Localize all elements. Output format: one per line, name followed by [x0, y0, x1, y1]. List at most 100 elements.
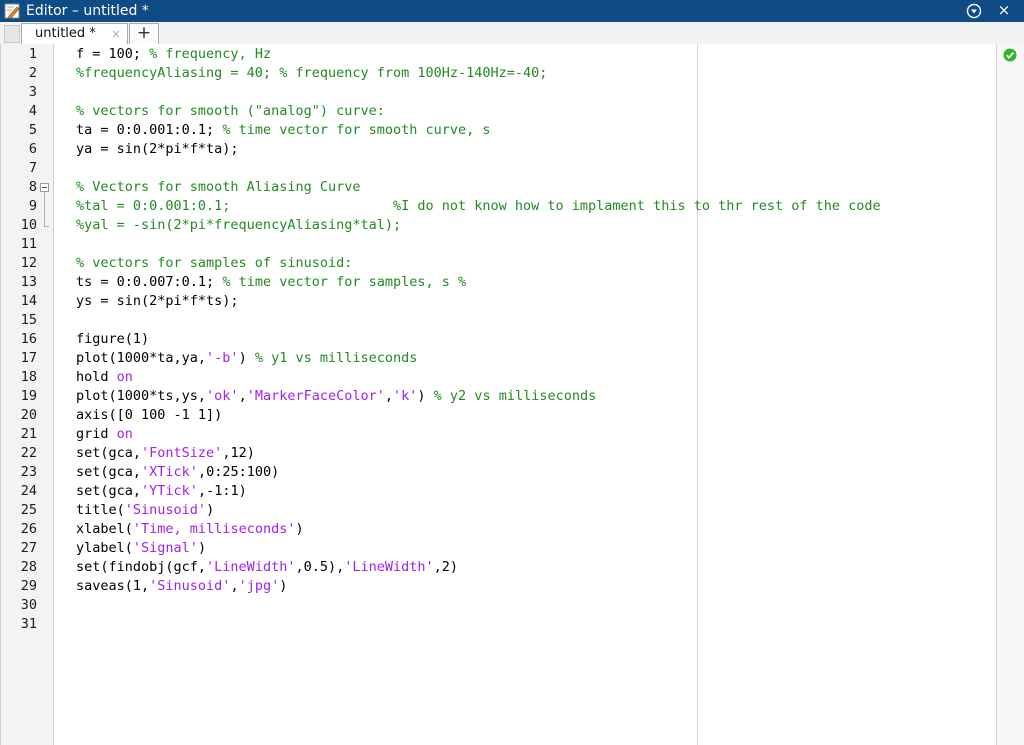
line-number: 5: [28, 122, 37, 138]
line-number: 21: [20, 426, 37, 442]
code-line[interactable]: f = 100; % frequency, Hz: [76, 45, 271, 64]
code-line[interactable]: set(gca,'FontSize',12): [76, 444, 255, 463]
code-comment: % time vector for smooth curve, s: [222, 122, 491, 138]
right-text-limit-line: [697, 44, 698, 745]
code-line[interactable]: % vectors for smooth ("analog") curve:: [76, 102, 385, 121]
line-number: 20: [20, 407, 37, 423]
code-literal: on: [116, 426, 133, 442]
code-line[interactable]: % vectors for samples of sinusoid:: [76, 254, 352, 273]
code-literal: 'k': [393, 388, 418, 404]
line-number: 8: [28, 179, 37, 195]
code-line[interactable]: %frequencyAliasing = 40; % frequency fro…: [76, 64, 547, 83]
line-number: 15: [20, 312, 37, 328]
code-literal: '-b': [206, 350, 239, 366]
code-token: plot(1000*ts,ys,: [76, 388, 207, 404]
code-token: ta = 0:0.001:0.1;: [76, 122, 223, 138]
code-comment: %frequencyAliasing = 40; % frequency fro…: [76, 65, 548, 81]
new-tab-button[interactable]: +: [129, 23, 159, 44]
code-line[interactable]: set(findobj(gcf,'LineWidth',0.5),'LineWi…: [76, 558, 458, 577]
line-number: 25: [20, 502, 37, 518]
line-number: 13: [20, 274, 37, 290]
line-number: 19: [20, 388, 37, 404]
line-number: 18: [20, 369, 37, 385]
close-icon[interactable]: ×: [111, 26, 121, 42]
line-number: 14: [20, 293, 37, 309]
code-line[interactable]: ys = sin(2*pi*f*ts);: [76, 292, 239, 311]
code-line[interactable]: saveas(1,'Sinusoid','jpg'): [76, 577, 287, 596]
code-line[interactable]: %tal = 0:0.001:0.1; %I do not know how t…: [76, 197, 881, 216]
code-comment: % time vector for samples, s %: [222, 274, 467, 290]
code-line[interactable]: ts = 0:0.007:0.1; % time vector for samp…: [76, 273, 466, 292]
code-line[interactable]: set(gca,'YTick',-1:1): [76, 482, 247, 501]
code-line[interactable]: ya = sin(2*pi*f*ta);: [76, 140, 239, 159]
line-number: 2: [28, 65, 37, 81]
code-comment: % vectors for samples of sinusoid:: [76, 255, 353, 271]
code-token: ,-1:1): [197, 483, 247, 499]
code-analyzer-strip[interactable]: [996, 44, 1024, 745]
code-line[interactable]: %yal = -sin(2*pi*frequencyAliasing*tal);: [76, 216, 401, 235]
code-line[interactable]: axis([0 100 -1 1]): [76, 406, 222, 425]
fold-range-line: [44, 192, 45, 226]
code-line[interactable]: xlabel('Time, milliseconds'): [76, 520, 304, 539]
code-literal: 'MarkerFaceColor': [246, 388, 385, 404]
code-literal: 'XTick': [141, 464, 198, 480]
code-token: ,0:25:100): [197, 464, 280, 480]
code-literal: 'FontSize': [141, 445, 223, 461]
fold-range-end: [44, 226, 49, 227]
code-token: grid: [76, 426, 117, 442]
code-comment: % Vectors for smooth Aliasing Curve: [76, 179, 361, 195]
line-number: 9: [28, 198, 37, 214]
code-line[interactable]: plot(1000*ta,ya,'-b') % y1 vs millisecon…: [76, 349, 417, 368]
code-token: ys = sin(2*pi*f*ts);: [76, 293, 239, 309]
code-token: ): [206, 502, 215, 518]
line-number: 11: [20, 236, 37, 252]
code-token: set(findobj(gcf,: [76, 559, 207, 575]
code-token: figure(1): [76, 331, 150, 347]
line-number: 16: [20, 331, 37, 347]
tab-grip-handle[interactable]: [4, 25, 20, 43]
code-token: ,: [238, 388, 247, 404]
code-line[interactable]: set(gca,'XTick',0:25:100): [76, 463, 279, 482]
fold-toggle-icon[interactable]: [40, 183, 49, 192]
code-token: title(: [76, 502, 125, 518]
code-token: set(gca,: [76, 445, 142, 461]
tab-untitled[interactable]: untitled * ×: [21, 23, 128, 44]
code-editor[interactable]: 1 f = 100; % frequency, Hz 2 %frequencyAlia…: [0, 44, 1024, 745]
code-line[interactable]: grid on: [76, 425, 133, 444]
code-comment: % y2 vs milliseconds: [433, 388, 597, 404]
line-number: 31: [20, 616, 37, 632]
line-number: 7: [28, 160, 37, 176]
code-token: ts = 0:0.007:0.1;: [76, 274, 223, 290]
code-literal: 'LineWidth': [206, 559, 296, 575]
check-circle-icon[interactable]: [1003, 48, 1017, 62]
code-comment: %tal = 0:0.001:0.1; %I do not know how t…: [76, 198, 881, 214]
line-number: 28: [20, 559, 37, 575]
line-number: 27: [20, 540, 37, 556]
code-token: hold: [76, 369, 117, 385]
code-line[interactable]: plot(1000*ts,ys,'ok','MarkerFaceColor','…: [76, 387, 596, 406]
code-token: ,0.5),: [295, 559, 345, 575]
code-comment: % vectors for smooth ("analog") curve:: [76, 103, 385, 119]
code-literal: 'Sinusoid': [124, 502, 207, 518]
line-number: 3: [28, 84, 37, 100]
code-literal: 'Time, milliseconds': [132, 521, 296, 537]
code-line[interactable]: figure(1): [76, 330, 149, 349]
line-number: 26: [20, 521, 37, 537]
line-number: 30: [20, 597, 37, 613]
circle-chevron-down-icon[interactable]: [966, 3, 982, 19]
code-line[interactable]: ta = 0:0.001:0.1; % time vector for smoo…: [76, 121, 491, 140]
code-token: axis([0 100 -1 1]): [76, 407, 223, 423]
line-number: 12: [20, 255, 37, 271]
close-window-button[interactable]: ×: [996, 1, 1012, 19]
code-line[interactable]: hold on: [76, 368, 133, 387]
code-line[interactable]: ylabel('Signal'): [76, 539, 206, 558]
code-line[interactable]: % Vectors for smooth Aliasing Curve: [76, 178, 360, 197]
code-token: plot(1000*ta,ya,: [76, 350, 207, 366]
code-literal: 'YTick': [141, 483, 198, 499]
code-literal: 'jpg': [238, 578, 280, 594]
code-literal: on: [116, 369, 133, 385]
code-token: saveas(1,: [76, 578, 150, 594]
editor-title-bar: Editor – untitled * ×: [0, 0, 1024, 22]
code-token: ): [197, 540, 207, 556]
code-line[interactable]: title('Sinusoid'): [76, 501, 214, 520]
